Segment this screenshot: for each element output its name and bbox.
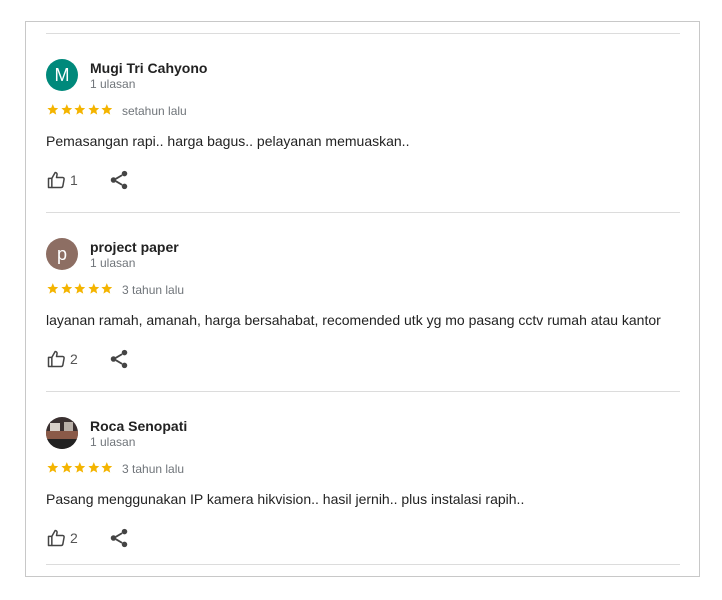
reviewer-review-count: 1 ulasan xyxy=(90,77,136,91)
share-icon xyxy=(110,170,128,190)
star-icon xyxy=(74,283,86,294)
avatar[interactable]: p xyxy=(46,238,78,270)
star-icon xyxy=(47,283,59,294)
review-time: 3 tahun lalu xyxy=(122,462,185,476)
reviewer-name[interactable]: Roca Senopati xyxy=(90,418,187,434)
star-icon xyxy=(101,462,113,473)
avatar[interactable]: M xyxy=(46,59,78,91)
star-rating xyxy=(46,103,114,117)
star-icon xyxy=(47,104,59,115)
like-count: 1 xyxy=(70,172,78,188)
review-time: 3 tahun lalu xyxy=(122,283,185,297)
share-button[interactable] xyxy=(108,169,130,191)
share-button[interactable] xyxy=(108,527,130,549)
star-icon xyxy=(74,104,86,115)
like-button[interactable]: 2 xyxy=(46,527,78,549)
like-count: 2 xyxy=(70,351,78,367)
thumbs-up-icon xyxy=(47,529,65,547)
star-icon xyxy=(74,462,86,473)
star-icon xyxy=(60,462,72,473)
star-icon xyxy=(101,104,113,115)
divider xyxy=(46,33,680,34)
share-button[interactable] xyxy=(108,348,130,370)
reviewer-review-count: 1 ulasan xyxy=(90,435,136,449)
review-text: Pemasangan rapi.. harga bagus.. pelayana… xyxy=(46,133,410,149)
thumbs-up-icon xyxy=(47,171,65,189)
avatar[interactable] xyxy=(46,417,78,449)
like-button[interactable]: 1 xyxy=(46,169,78,191)
thumbs-up-icon xyxy=(47,350,65,368)
like-button[interactable]: 2 xyxy=(46,348,78,370)
divider xyxy=(46,391,680,392)
review-card: p project paper 1 ulasan 3 tahun lalu la… xyxy=(46,238,680,416)
divider xyxy=(46,564,680,565)
star-icon xyxy=(101,283,113,294)
share-icon xyxy=(110,528,128,548)
star-icon xyxy=(88,104,99,115)
star-rating xyxy=(46,282,114,296)
star-icon xyxy=(60,283,72,294)
review-text: Pasang menggunakan IP kamera hikvision..… xyxy=(46,491,525,507)
reviewer-name[interactable]: project paper xyxy=(90,239,179,255)
reviewer-review-count: 1 ulasan xyxy=(90,256,136,270)
review-card: Roca Senopati 1 ulasan 3 tahun lalu Pasa… xyxy=(46,417,680,595)
like-count: 2 xyxy=(70,530,78,546)
review-time: setahun lalu xyxy=(122,104,187,118)
star-rating xyxy=(46,461,114,475)
star-icon xyxy=(88,283,99,294)
review-card: M Mugi Tri Cahyono 1 ulasan setahun lalu… xyxy=(46,59,680,237)
star-icon xyxy=(88,462,99,473)
review-text: layanan ramah, amanah, harga bersahabat,… xyxy=(46,312,661,328)
reviews-panel: M Mugi Tri Cahyono 1 ulasan setahun lalu… xyxy=(25,21,700,577)
star-icon xyxy=(60,104,72,115)
divider xyxy=(46,212,680,213)
star-icon xyxy=(47,462,59,473)
share-icon xyxy=(110,349,128,369)
reviewer-name[interactable]: Mugi Tri Cahyono xyxy=(90,60,207,76)
